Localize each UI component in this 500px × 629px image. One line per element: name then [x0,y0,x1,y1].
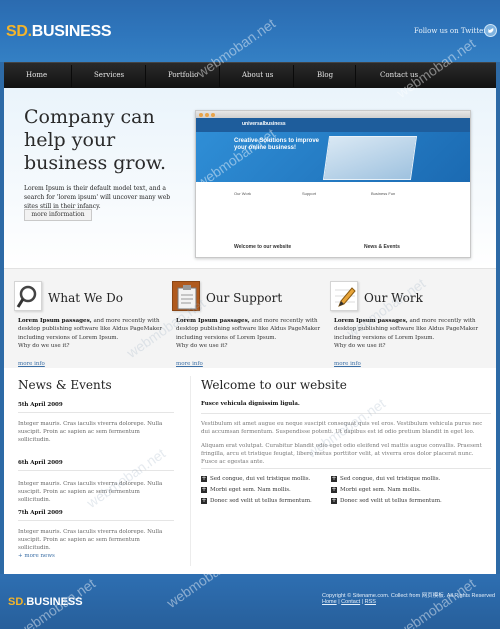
hero: Company can help your business grow. Lor… [4,88,496,268]
hero-title: Company can help your business grow. [24,106,166,174]
footer-logo[interactable]: SD.BUSINESS [8,596,83,608]
divider [18,520,174,521]
logo-business: BUSINESS [31,23,112,40]
more-news-link[interactable]: + more news [18,553,55,559]
nav-divider [219,65,220,87]
news-date: 6th April 2009 [18,460,63,466]
screenshot-banner-image [322,136,418,180]
nav-divider [71,65,72,87]
magnifier-icon [14,281,42,311]
screenshot-col: Our Work [234,191,252,196]
list-item: Donec sed velit ut tellus fermentum. [201,496,312,507]
logo[interactable]: SD.BUSINESS [6,23,112,41]
welcome-paragraph: Aliquam erat volutpat. Curabitur blandit… [201,443,482,465]
welcome-list-left: Sed congue, dui vel tristique mollis. Mo… [201,474,312,507]
logo-sd: SD [6,23,28,40]
welcome-subtitle: Fusce vehicula dignissim ligula. [201,401,300,407]
header: SD.BUSINESS Follow us on Twitter [0,0,500,62]
list-item: Donec sed velit ut tellus fermentum. [331,496,442,507]
screenshot-welcome: Welcome to our website [234,244,292,250]
news-date: 7th April 2009 [18,510,63,516]
feature-title: What We Do [48,291,123,305]
footer: SD.BUSINESS Copyright © Sitename.com. Co… [0,574,500,629]
twitter-follow-link[interactable]: Follow us on Twitter [414,27,487,35]
divider [18,412,174,413]
screenshot-header: universalbusiness [196,118,470,132]
screenshot-logo: universalbusiness [242,121,286,127]
footer-links: Home | Contact | RSS [322,599,376,605]
copyright-text: Copyright © Sitename.com. Collect from 网… [322,593,496,599]
nav-home[interactable]: Home [26,71,47,79]
window-dot-icon [211,113,215,117]
window-dot-icon [199,113,203,117]
welcome-paragraph: Vestibulum sit amet augue eu neque susci… [201,421,483,435]
news-date: 5th April 2009 [18,402,63,408]
list-item: Sed congue, dui vel tristique mollis. [201,474,312,485]
hero-text: Lorem Ipsum is their default model text,… [24,185,171,210]
nav-blog[interactable]: Blog [317,71,333,79]
feature-text: Lorem Ipsum passages, and more recently … [334,318,479,349]
nav-divider [355,65,356,87]
footer-rss-link[interactable]: RSS [365,599,376,605]
feature-text: Lorem Ipsum passages, and more recently … [176,318,321,349]
feature-text: Lorem Ipsum passages, and more recently … [18,318,163,349]
nav-divider [145,65,146,87]
screenshot-banner: Creative Solutions to improve your onlin… [196,132,470,182]
news-text: Integer mauris. Cras iaculis viverra dol… [18,421,163,443]
nav-services[interactable]: Services [94,71,124,79]
column-divider [190,376,191,566]
twitter-icon[interactable] [484,24,497,37]
list-item: Sed congue, dui vel tristique mollis. [331,474,442,485]
footer-home-link[interactable]: Home [322,599,337,605]
welcome-title: Welcome to our website [201,378,347,392]
nav-portfolio[interactable]: Portfolio [168,71,198,79]
news-title: News & Events [18,378,112,392]
more-information-button[interactable]: more information [24,209,92,221]
news-text: Integer mauris. Cras iaculis viverra dol… [18,529,163,551]
divider [201,468,491,469]
more-info-link[interactable]: more info [334,361,361,367]
list-item: Morbi eget sem. Nam mollis. [201,485,312,496]
screenshot-col: Business Fun [371,191,396,196]
footer-contact-link[interactable]: Contact [341,599,360,605]
news-text: Integer mauris. Cras iaculis viverra dol… [18,481,163,503]
pencil-icon [330,281,358,311]
footer-separator: | [338,599,340,605]
list-item: Morbi eget sem. Nam mollis. [331,485,442,496]
main-nav: Home Services Portfolio About us Blog Co… [4,62,496,88]
nav-about[interactable]: About us [242,71,273,79]
welcome-list-right: Sed congue, dui vel tristique mollis. Mo… [331,474,442,507]
divider [201,413,491,414]
website-screenshot: universalbusiness Creative Solutions to … [195,110,471,258]
screenshot-news: News & Events [364,244,400,250]
screenshot-titlebar [196,111,470,118]
content-section: News & Events 5th April 2009 Integer mau… [4,368,496,574]
divider [18,470,174,471]
nav-divider [293,65,294,87]
more-info-link[interactable]: more info [176,361,203,367]
screenshot-col: Support [302,191,317,196]
screenshot-banner-title: Creative Solutions to improve your onlin… [234,138,320,151]
feature-title: Our Work [364,291,423,305]
more-info-link[interactable]: more info [18,361,45,367]
features-section: What We Do Lorem Ipsum passages, and mor… [4,268,496,368]
window-dot-icon [205,113,209,117]
nav-contact[interactable]: Contact us [380,71,418,79]
clipboard-icon [172,281,200,311]
feature-title: Our Support [206,291,283,305]
footer-separator: | [361,599,364,605]
